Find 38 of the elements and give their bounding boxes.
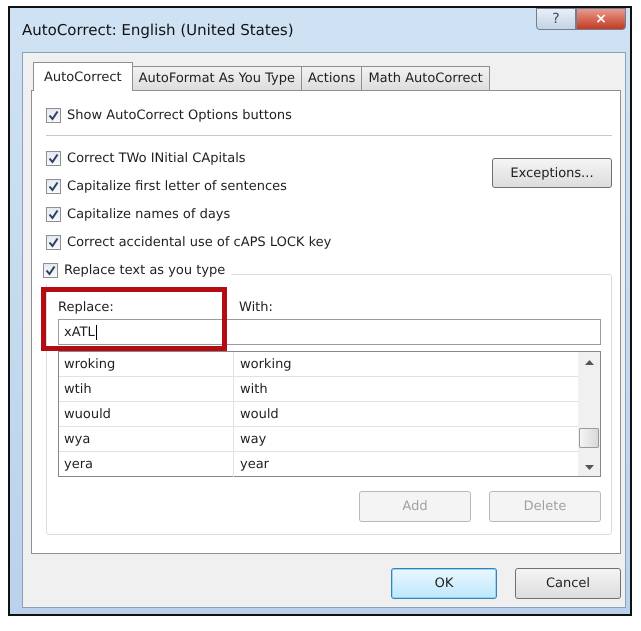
exceptions-button[interactable]: Exceptions... <box>492 158 612 188</box>
table-cell: wuould <box>59 402 234 426</box>
scroll-down-icon[interactable] <box>584 465 594 470</box>
checkbox[interactable] <box>46 206 61 222</box>
checkbox-label: Correct accidental use of cAPS LOCK key <box>67 234 332 250</box>
checkbox[interactable] <box>46 108 61 122</box>
checkbox[interactable] <box>46 234 61 250</box>
tab[interactable]: AutoFormat As You Type <box>132 66 302 90</box>
window-title: AutoCorrect: English (United States) <box>22 21 294 39</box>
scrollbar[interactable] <box>578 352 600 476</box>
scroll-up-icon[interactable] <box>584 360 594 365</box>
tab[interactable]: Math AutoCorrect <box>361 66 490 90</box>
scroll-thumb[interactable] <box>579 428 599 448</box>
checkbox[interactable] <box>46 178 61 194</box>
ok-button[interactable]: OK <box>391 568 497 599</box>
tab[interactable]: AutoCorrect <box>33 62 133 91</box>
table-cell-text: would <box>239 406 279 422</box>
checkbox[interactable] <box>46 150 61 166</box>
input-field[interactable]: xATL <box>58 319 601 345</box>
table-cell: yera <box>59 452 234 477</box>
cancel-button[interactable]: Cancel <box>515 568 621 599</box>
replace-label: Replace: <box>58 300 115 314</box>
checkbox-label: Show AutoCorrect Options buttons <box>67 108 292 122</box>
tab[interactable]: Actions <box>300 66 362 90</box>
checkbox[interactable] <box>43 262 58 278</box>
table-cell-text: year <box>239 457 270 472</box>
table-cell-text: with <box>239 382 268 396</box>
table-cell-text: way <box>239 432 266 446</box>
with-label: With: <box>239 300 273 314</box>
table-cell: wya <box>59 427 234 451</box>
checkbox-label: Replace text as you type <box>64 262 226 278</box>
table-cell: wtih <box>59 377 234 401</box>
help-button[interactable]: ? <box>536 8 576 30</box>
checkbox-label: Capitalize names of days <box>67 206 230 222</box>
table-cell-text: working <box>239 356 292 372</box>
checkbox-label: Capitalize first letter of sentences <box>67 178 287 194</box>
table-cell: wroking <box>59 352 234 376</box>
checkbox-label: Correct TWo INitial CApitals <box>67 150 246 166</box>
